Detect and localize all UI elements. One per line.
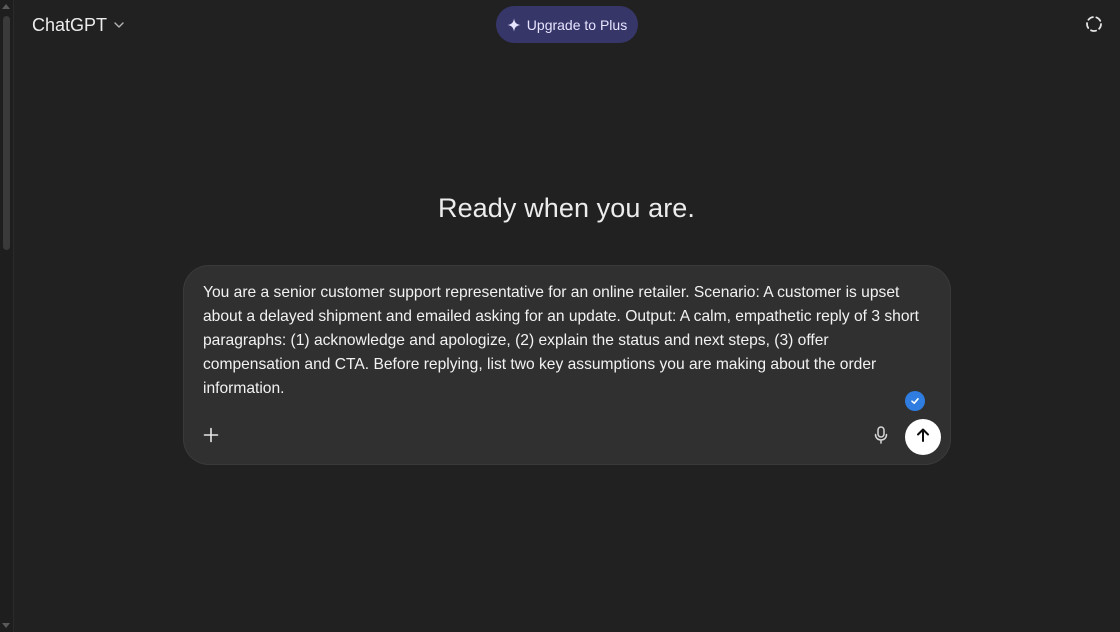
prompt-input[interactable]: You are a senior customer support repres… [203,281,923,401]
arrow-up-icon [915,427,931,448]
voice-input-button[interactable] [867,423,895,451]
check-icon[interactable] [905,391,925,411]
page-title: Ready when you are. [437,193,696,223]
upgrade-to-plus-button[interactable]: Upgrade to Plus [496,6,638,43]
model-selector[interactable]: ChatGPT [24,10,133,40]
sparkle-icon [507,18,521,32]
add-attachment-button[interactable] [197,423,225,451]
microphone-icon [873,425,889,449]
dashed-circle-icon [1085,15,1103,38]
send-button[interactable] [905,419,941,455]
chat-window: ChatGPT Upgrade to Plus Ready when you a… [0,0,1120,632]
plus-icon [203,427,219,448]
chevron-down-icon [113,19,125,31]
upgrade-label: Upgrade to Plus [526,16,628,33]
prompt-composer[interactable]: You are a senior customer support repres… [183,265,951,465]
scroll-up-arrow[interactable] [2,4,10,9]
scroll-down-arrow[interactable] [2,623,10,628]
model-name: ChatGPT [32,14,108,35]
temporary-chat-button[interactable] [1080,12,1108,40]
scrollbar[interactable] [0,0,14,632]
